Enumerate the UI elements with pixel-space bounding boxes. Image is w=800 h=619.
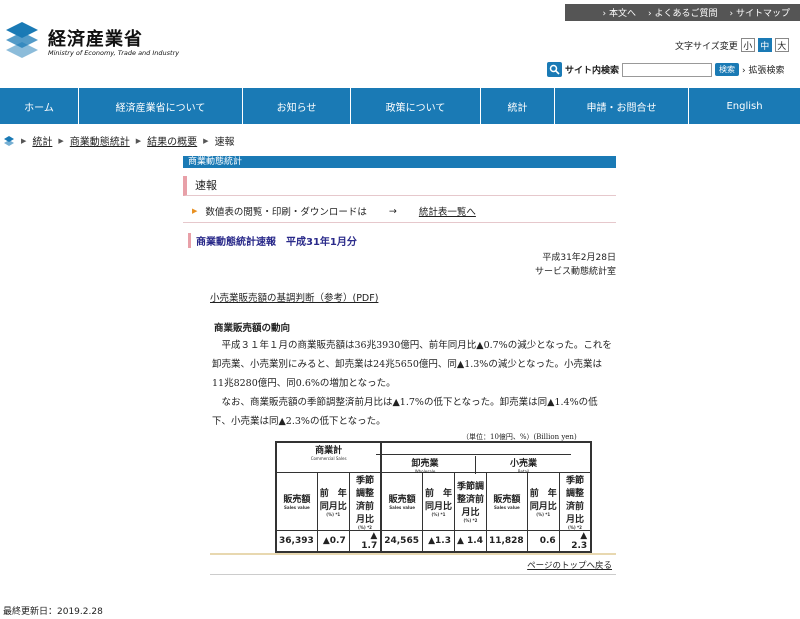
table-inner-divider <box>376 454 571 455</box>
right-arrow-icon: → <box>388 205 397 217</box>
font-size-control: 文字サイズ変更 小 中 大 <box>675 38 789 52</box>
commercial-yoy: ▲0.7 <box>316 529 350 553</box>
divider <box>210 574 616 575</box>
release-date: 平成31年2月28日 <box>542 253 616 263</box>
commercial-sales-value: 36,393 <box>275 529 318 553</box>
sitemap-link[interactable]: › サイトマップ <box>730 6 790 19</box>
nav-english[interactable]: English <box>689 88 800 124</box>
advanced-search-link[interactable]: › 拡張検索 <box>742 63 784 76</box>
summary-paragraph-1: 平成３１年１月の商業販売額は36兆3930億円、前年同月比▲0.7%の減少となっ… <box>212 340 612 389</box>
home-icon[interactable] <box>3 135 15 147</box>
divider <box>183 222 616 223</box>
nav-home[interactable]: ホーム <box>0 88 79 124</box>
commercial-mom: ▲ 1.7 <box>348 529 382 553</box>
release-info: 平成31年2月28日 サービス動態統計室 <box>535 251 616 279</box>
search-icon <box>547 62 562 77</box>
nav-statistics[interactable]: 統計 <box>481 88 555 124</box>
retail-sales-value: 11,828 <box>485 529 528 553</box>
wholesale-sales-value: 24,565 <box>380 529 423 553</box>
download-row: ▶ 数値表の閲覧・印刷・ダウンロードは → 統計表一覧へ <box>192 204 476 219</box>
search-button[interactable]: 検索 <box>715 63 740 76</box>
group-header-retail: 小売業 Retail <box>475 456 571 474</box>
summary-text: 平成３１年１月の商業販売額は36兆3930億円、前年同月比▲0.7%の減少となっ… <box>212 336 612 431</box>
retail-yoy: 0.6 <box>526 529 560 553</box>
meti-logo-icon <box>6 22 38 58</box>
col-header-mom-sa: 季節調整済前月比 (%) *2 <box>558 471 592 531</box>
nav-policy[interactable]: 政策について <box>351 88 481 124</box>
nav-applications[interactable]: 申請・お問合せ <box>555 88 689 124</box>
download-text: 数値表の閲覧・印刷・ダウンロードは <box>205 207 367 218</box>
nav-news[interactable]: お知らせ <box>243 88 351 124</box>
col-header-sales-value: 販売額 Sales value <box>275 471 318 531</box>
page-title: 速報 <box>183 176 616 196</box>
col-header-sales-value: 販売額 Sales value <box>485 471 528 531</box>
last-updated: 最終更新日：2019.2.28 <box>3 607 103 617</box>
logo-english: Ministry of Economy, Trade and Industry <box>48 49 180 57</box>
breadcrumb-separator-icon: ▶ <box>58 136 64 145</box>
stats-table-list-link[interactable]: 統計表一覧へ <box>419 204 476 218</box>
group-header-wholesale: 卸売業 Wholesale <box>411 459 439 474</box>
nav-about-meti[interactable]: 経済産業省について <box>79 88 243 124</box>
breadcrumb-separator-icon: ▶ <box>135 136 142 145</box>
content-footer-line <box>210 553 616 555</box>
bullet-arrow-icon: ▶ <box>192 207 198 215</box>
group-header-commercial: 商業計 Commercial Sales <box>275 441 382 473</box>
col-header-yoy: 前 年同月比 (%) *1 <box>421 471 455 531</box>
col-header-mom-sa: 季節調整済前月比 (%) *2 <box>348 471 382 531</box>
category-header: 商業動態統計 <box>183 156 616 168</box>
breadcrumb: ▶ 統計 ▶ 商業動態統計 ▶ 結果の概要 ▶ 速報 <box>3 133 235 148</box>
search-label: サイト内検索 <box>565 66 620 76</box>
release-office: サービス動態統計室 <box>534 267 616 277</box>
breadcrumb-results-overview[interactable]: 結果の概要 <box>147 133 197 148</box>
col-header-sales-value: 販売額 Sales value <box>380 471 423 531</box>
page-top-link[interactable]: ページのトップへ戻る <box>527 559 612 571</box>
font-size-small-button[interactable]: 小 <box>740 38 755 52</box>
pdf-link[interactable]: 小売業販売額の基調判断（参考）(PDF) <box>210 290 378 304</box>
breadcrumb-separator-icon: ▶ <box>21 136 27 145</box>
breadcrumb-commercial-survey[interactable]: 商業動態統計 <box>70 133 130 148</box>
retail-mom: ▲ 2.3 <box>558 529 592 553</box>
breadcrumb-current: 速報 <box>214 137 235 148</box>
faq-link[interactable]: › よくあるご質問 <box>648 6 717 19</box>
section-heading: 商業販売額の動向 <box>214 323 291 334</box>
summary-paragraph-2: なお、商業販売額の季節調整済前月比は▲1.7%の低下となった。卸売業は同▲1.4… <box>212 397 598 427</box>
col-header-yoy: 前 年同月比 (%) *1 <box>526 471 560 531</box>
meti-logo[interactable]: 経済産業省 Ministry of Economy, Trade and Ind… <box>2 18 179 66</box>
wholesale-yoy: ▲1.3 <box>421 529 455 553</box>
search-input[interactable] <box>622 62 713 77</box>
report-subtitle: 商業動態統計速報 平成31年1月分 <box>188 233 357 248</box>
breadcrumb-separator-icon: ▶ <box>203 136 209 145</box>
breadcrumb-statistics[interactable]: 統計 <box>32 133 52 148</box>
font-size-label: 文字サイズ変更 <box>675 41 738 52</box>
wholesale-mom: ▲ 1.4 <box>453 529 487 553</box>
col-header-yoy: 前 年同月比 (%) *1 <box>316 471 350 531</box>
site-search: サイト内検索 検索 › 拡張検索 <box>547 62 785 77</box>
logo-japanese: 経済産業省 <box>48 29 143 50</box>
skip-to-content-link[interactable]: › 本文へ <box>603 6 636 19</box>
font-size-medium-button[interactable]: 中 <box>757 38 772 52</box>
global-nav: ホーム 経済産業省について お知らせ 政策について 統計 申請・お問合せ Eng… <box>0 88 800 124</box>
col-header-mom-sa: 季節調整済前月比 (%) *2 <box>453 471 487 531</box>
top-utility-bar: › 本文へ › よくあるご質問 › サイトマップ <box>565 4 800 21</box>
font-size-large-button[interactable]: 大 <box>774 38 789 52</box>
